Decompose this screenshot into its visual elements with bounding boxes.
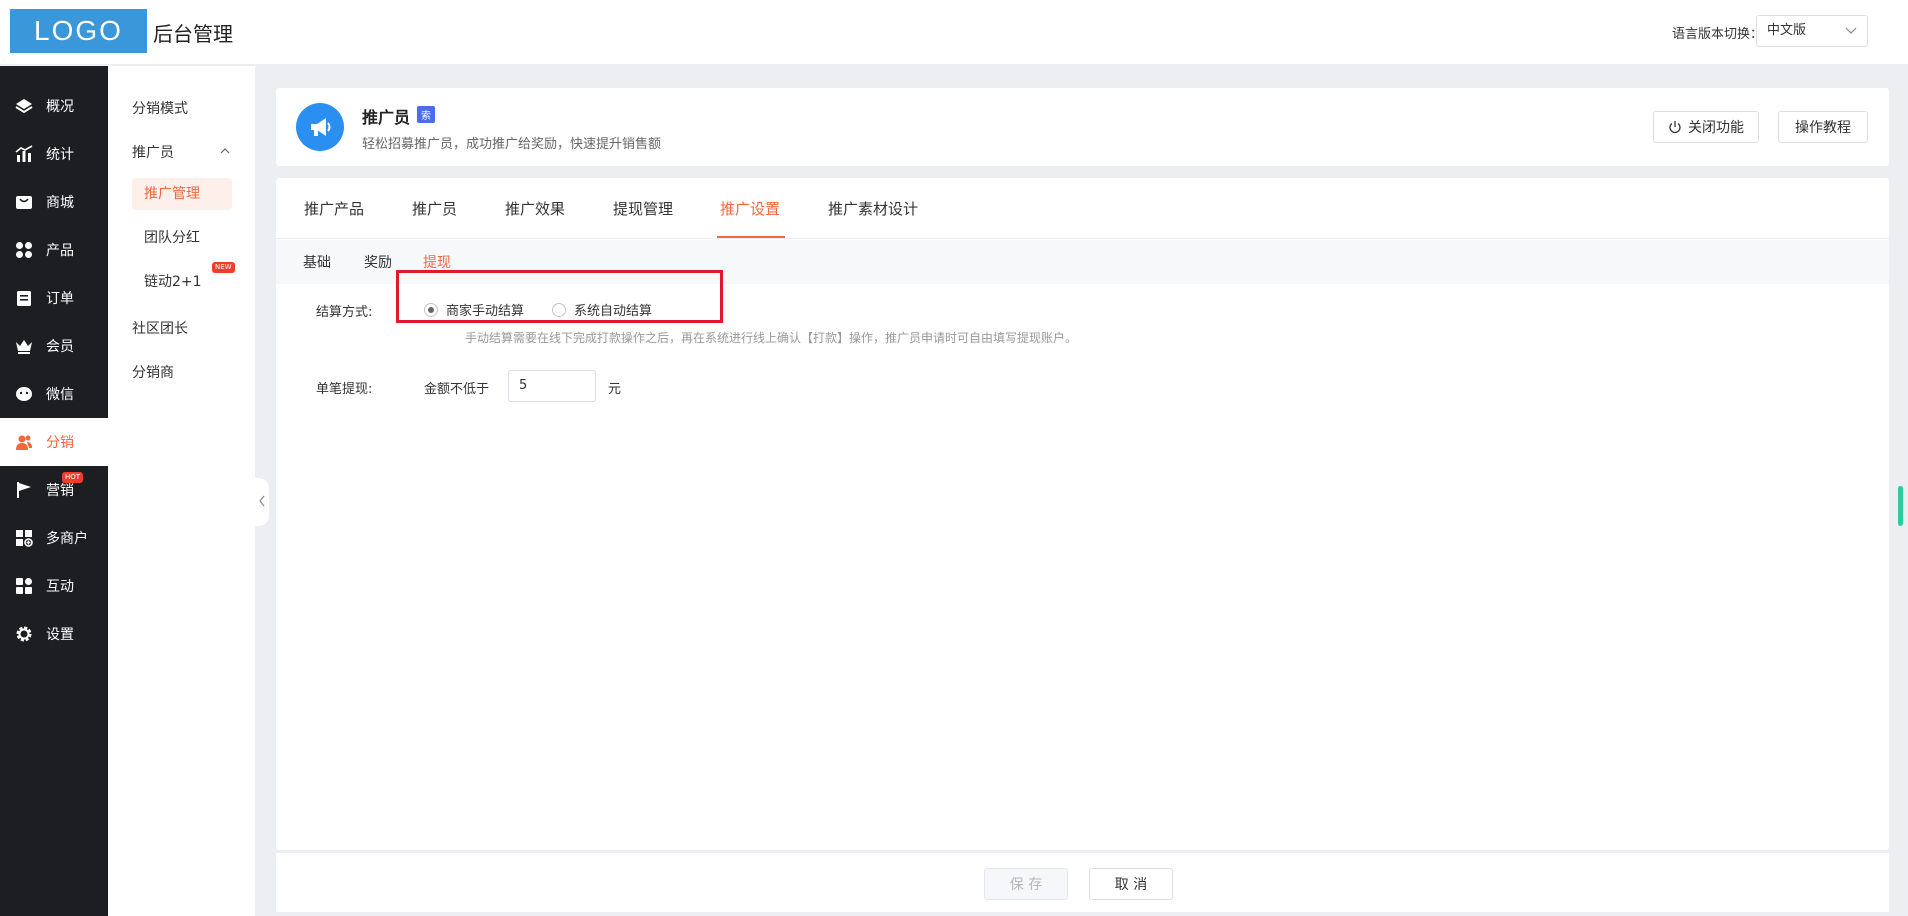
feature-badge: 索 [417, 106, 435, 123]
sidebar-item-label: 微信 [46, 387, 74, 403]
language-select-value: 中文版 [1767, 23, 1807, 38]
settlement-method-label: 结算方式: [316, 305, 373, 320]
submenu-distribution-mode[interactable]: 分销模式 [132, 98, 188, 118]
power-icon [1668, 120, 1682, 134]
top-bar: LOGO 后台管理 语言版本切换： 中文版 [0, 0, 1908, 64]
grid-icon [14, 240, 34, 260]
flag-icon [14, 480, 34, 500]
interact-icon [14, 576, 34, 596]
sidebar-item-label: 营销 [46, 483, 74, 499]
language-select[interactable]: 中文版 [1756, 15, 1868, 47]
submenu: 分销模式 推广员 推广管理 团队分红 链动2+1 NEW 社区团长 分销商 [108, 66, 255, 916]
chart-icon [14, 144, 34, 164]
sidebar-item-overview[interactable]: 概况 [0, 82, 108, 130]
submenu-promoter-label: 推广员 [132, 145, 174, 161]
users-icon [14, 432, 34, 452]
settlement-hint: 手动结算需要在线下完成打款操作之后，再在系统进行线上确认【打款】操作，推广员申请… [465, 331, 1078, 345]
main-sidebar: 概况 统计 商城 产品 订单 会员 微信 分销 营销 HOT 多商户 互动 设置 [0, 66, 108, 916]
tab-promoters[interactable]: 推广员 [412, 198, 457, 219]
sidebar-item-label: 多商户 [46, 531, 88, 547]
feature-header-card: 推广员 索 轻松招募推广员，成功推广给奖励，快速提升销售额 关闭功能 操作教程 [276, 88, 1889, 166]
tab-material-design[interactable]: 推广素材设计 [828, 198, 918, 219]
subtab-withdraw[interactable]: 提现 [423, 252, 451, 272]
sidebar-item-wechat[interactable]: 微信 [0, 370, 108, 418]
submenu-community-leader[interactable]: 社区团长 [132, 318, 188, 338]
layers-icon [14, 96, 34, 116]
submenu-team-bonus[interactable]: 团队分红 [132, 222, 232, 254]
cancel-button[interactable]: 取 消 [1089, 868, 1173, 900]
logo[interactable]: LOGO [10, 9, 147, 53]
sidebar-item-statistics[interactable]: 统计 [0, 130, 108, 178]
tab-bar: 推广产品 推广员 推广效果 提现管理 推广设置 推广素材设计 [276, 178, 1889, 239]
language-label: 语言版本切换： [1672, 27, 1764, 42]
sidebar-item-settings[interactable]: 设置 [0, 610, 108, 658]
tab-withdraw-manage[interactable]: 提现管理 [613, 198, 673, 219]
wechat-icon [14, 384, 34, 404]
subtab-reward[interactable]: 奖励 [364, 252, 392, 272]
feature-title: 推广员 [362, 108, 411, 127]
sidebar-item-mall[interactable]: 商城 [0, 178, 108, 226]
subtab-basic[interactable]: 基础 [303, 252, 331, 272]
sidebar-item-label: 互动 [46, 579, 74, 595]
collapse-submenu-handle[interactable] [255, 478, 269, 526]
order-icon [14, 288, 34, 308]
sidebar-item-marketing[interactable]: 营销 HOT [0, 466, 108, 514]
sidebar-item-distribution[interactable]: 分销 [0, 418, 108, 466]
currency-unit: 元 [608, 382, 622, 397]
sidebar-item-label: 商城 [46, 195, 74, 211]
app-title: 后台管理 [153, 22, 233, 46]
gear-icon [14, 624, 34, 644]
min-amount-label: 金额不低于 [424, 382, 490, 397]
feature-description: 轻松招募推广员，成功推广给奖励，快速提升销售额 [362, 137, 662, 152]
footer-bar: 保 存 取 消 [276, 852, 1889, 912]
min-amount-input[interactable]: 5 [508, 370, 596, 402]
multi-store-icon [14, 528, 34, 548]
tab-promote-effect[interactable]: 推广效果 [505, 198, 565, 219]
submenu-chain[interactable]: 链动2+1 NEW [132, 262, 235, 298]
tutorial-button[interactable]: 操作教程 [1778, 111, 1868, 143]
submenu-promoter-manage[interactable]: 推广管理 [132, 178, 232, 210]
sidebar-item-label: 概况 [46, 99, 74, 115]
tab-promote-settings[interactable]: 推广设置 [720, 198, 780, 219]
hot-badge: HOT [62, 472, 84, 483]
sidebar-item-members[interactable]: 会员 [0, 322, 108, 370]
sidebar-item-multi-merchant[interactable]: 多商户 [0, 514, 108, 562]
sidebar-item-label: 设置 [46, 627, 74, 643]
chevron-down-icon [1845, 16, 1857, 57]
submenu-promoter-group[interactable]: 推广员 [132, 142, 232, 162]
sidebar-item-label: 统计 [46, 147, 74, 163]
active-tab-indicator [717, 236, 785, 238]
new-badge: NEW [212, 262, 235, 273]
single-withdraw-label: 单笔提现: [316, 382, 373, 397]
sidebar-item-label: 订单 [46, 291, 74, 307]
chevron-up-icon [220, 142, 230, 164]
sidebar-item-interaction[interactable]: 互动 [0, 562, 108, 610]
close-feature-label: 关闭功能 [1688, 120, 1744, 136]
sidebar-item-products[interactable]: 产品 [0, 226, 108, 274]
chevron-left-icon [258, 495, 266, 510]
save-button[interactable]: 保 存 [984, 868, 1068, 900]
submenu-chain-label: 链动2+1 [144, 274, 202, 290]
megaphone-icon [296, 103, 344, 151]
crown-icon [14, 336, 34, 356]
shop-icon [14, 192, 34, 212]
sidebar-item-label: 产品 [46, 243, 74, 259]
sidebar-item-label: 分销 [46, 435, 74, 451]
sidebar-item-orders[interactable]: 订单 [0, 274, 108, 322]
close-feature-button[interactable]: 关闭功能 [1653, 111, 1759, 143]
tab-promote-products[interactable]: 推广产品 [304, 198, 364, 219]
submenu-distributor[interactable]: 分销商 [132, 362, 174, 382]
highlight-box [396, 270, 723, 323]
scrollbar-thumb[interactable] [1898, 486, 1903, 526]
sidebar-item-label: 会员 [46, 339, 74, 355]
